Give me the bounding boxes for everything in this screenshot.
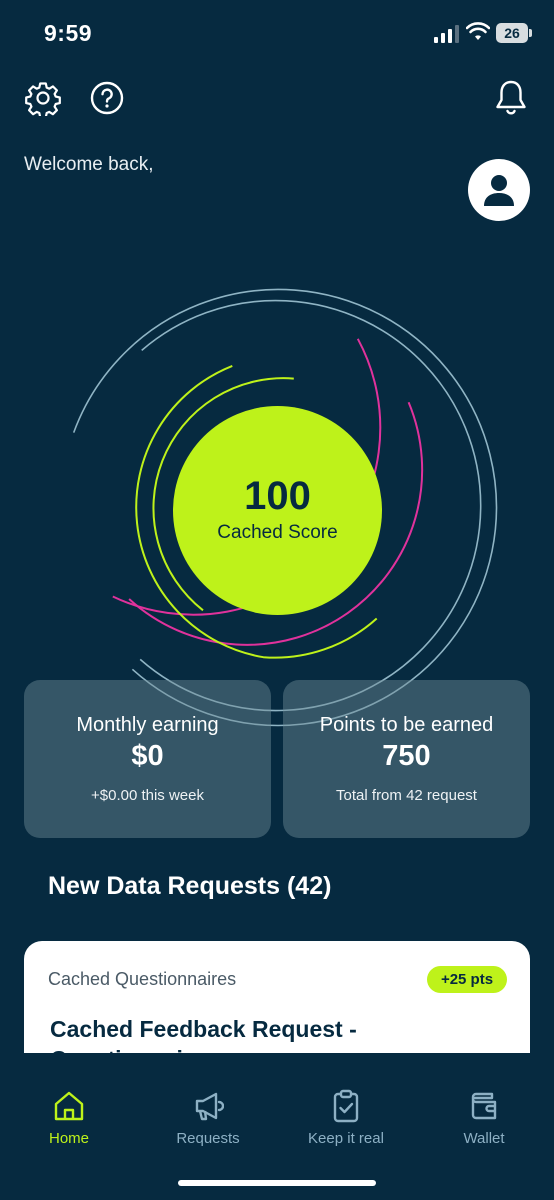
nav-wallet[interactable]: Wallet [424, 1085, 544, 1155]
nav-requests[interactable]: Requests [148, 1085, 268, 1155]
score-label: Cached Score [217, 522, 338, 543]
stat-title: Monthly earning [76, 714, 219, 736]
battery-level: 26 [496, 23, 528, 43]
nav-label: Wallet [463, 1130, 505, 1147]
bottom-nav: Home Requests Keep it real Wallet [0, 1053, 554, 1200]
wifi-icon [466, 22, 490, 40]
welcome-text: Welcome back, [24, 154, 154, 175]
nav-home[interactable]: Home [9, 1085, 129, 1155]
battery-tip [529, 29, 532, 37]
status-time: 9:59 [44, 20, 93, 46]
nav-label: Home [48, 1130, 89, 1147]
score-value: 100 [244, 474, 311, 518]
request-category: Cached Questionnaires [48, 969, 237, 989]
request-title: Cached Feedback Request - Questionnaires [50, 1016, 357, 1053]
stat-value: $0 [131, 740, 164, 772]
help-button[interactable] [88, 79, 126, 117]
cellular-signal-icon [434, 25, 459, 43]
status-bar: 9:59 26 [0, 0, 554, 70]
stat-value: 750 [382, 740, 431, 772]
megaphone-icon [195, 1092, 224, 1121]
gear-icon [25, 82, 61, 116]
home-icon [54, 1091, 84, 1121]
user-icon [484, 175, 514, 206]
nav-keep-it-real[interactable]: Keep it real [286, 1085, 406, 1155]
clipboard-check-icon [333, 1089, 359, 1123]
wallet-icon [471, 1092, 497, 1120]
profile-avatar-button[interactable] [468, 159, 530, 221]
nav-label: Keep it real [308, 1130, 384, 1147]
monthly-earning-card[interactable]: Monthly earning $0 +$0.00 this week [24, 680, 271, 838]
battery-indicator: 26 [496, 23, 532, 43]
home-indicator [178, 1180, 376, 1186]
points-to-earn-card[interactable]: Points to be earned 750 Total from 42 re… [283, 680, 530, 838]
settings-button[interactable] [24, 79, 62, 117]
section-title: New Data Requests (42) [48, 872, 332, 900]
request-list: Cached Questionnaires +25 pts Cached Fee… [24, 941, 530, 1053]
bell-icon [496, 80, 526, 115]
stat-subtitle: Total from 42 request [336, 787, 477, 804]
stat-subtitle: +$0.00 this week [91, 787, 204, 804]
request-card[interactable]: Cached Questionnaires +25 pts Cached Fee… [24, 941, 530, 1053]
stat-title: Points to be earned [319, 714, 494, 736]
help-icon [90, 81, 124, 115]
points-badge: +25 pts [427, 966, 507, 993]
nav-label: Requests [176, 1130, 240, 1147]
notifications-button[interactable] [492, 78, 530, 118]
